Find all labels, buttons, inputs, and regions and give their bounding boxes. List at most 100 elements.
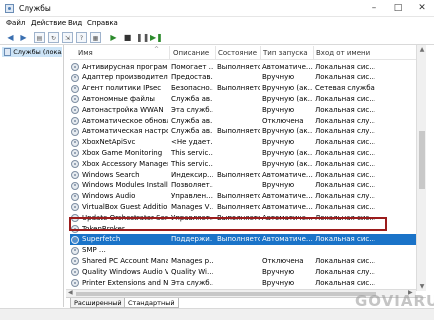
menu-help[interactable]: Справка [87, 19, 118, 27]
service-name: Автоматическое обновле… [82, 116, 168, 125]
gear-icon [71, 181, 79, 190]
forward-arrow-icon[interactable]: ▶ [18, 32, 29, 43]
service-description: Эта служб… [171, 278, 213, 287]
gear-icon [71, 235, 79, 244]
service-name: Адаптер производительн… [82, 73, 168, 82]
table-row[interactable]: Windows Modules Installer Позволяет… Вручн… [70, 180, 422, 191]
table-row[interactable]: VirtualBox Guest Additions …Manages V… Вы… [70, 201, 422, 212]
table-row[interactable]: Антивирусная программа …Помогает … Выполн… [70, 61, 422, 72]
service-name: Xbox Accessory Manageme… [82, 159, 168, 168]
column-divider[interactable] [169, 46, 170, 60]
table-row-selected[interactable]: Superfetch Поддержи… ВыполняетсяАвтоматиче… [70, 233, 422, 245]
service-logon-as: Локальная сис… [315, 202, 375, 211]
column-divider[interactable] [260, 46, 261, 60]
close-icon[interactable]: ✕ [416, 3, 428, 13]
horizontal-scroll-thumb[interactable] [76, 292, 376, 296]
service-logon-as: Локальная сис… [315, 235, 375, 244]
service-description: Поддержи… [171, 235, 213, 244]
properties-icon[interactable]: ▦ [90, 32, 101, 43]
help-icon[interactable]: ? [76, 32, 87, 43]
table-row[interactable]: SMP … [70, 245, 422, 256]
column-divider[interactable] [215, 46, 216, 60]
service-state: Выполняется [217, 84, 260, 93]
service-startup-type: Вручную [262, 105, 295, 114]
back-arrow-icon[interactable]: ◀ [5, 32, 16, 43]
service-name: Superfetch [82, 235, 121, 244]
restart-service-icon[interactable]: ▶❚ [150, 32, 163, 43]
service-name: Автонастройка WWAN [82, 105, 164, 114]
service-state: Выполняется [217, 202, 260, 211]
column-divider[interactable] [313, 46, 314, 60]
service-description: This servic… [171, 148, 213, 157]
scroll-left-icon[interactable]: ◀ [68, 289, 73, 296]
service-name: Агент политики IPsec [82, 84, 162, 93]
service-name: XboxNetApiSvc [82, 138, 136, 147]
service-logon-as: Локальная сис… [315, 94, 375, 103]
menu-file[interactable]: Файл [6, 19, 25, 27]
service-description: Quality Wi… [171, 267, 213, 276]
column-header-name[interactable]: Имя [78, 49, 93, 57]
table-row[interactable]: Quality Windows Audio Vid…Quality Wi… Вру… [70, 266, 422, 277]
scroll-down-icon[interactable]: ▼ [417, 283, 427, 290]
toolbar: ◀ ▶ ▤ ↻ ⇲ ? ▦ ▶ ■ ❚❚ ▶❚ [0, 30, 434, 45]
table-row[interactable]: Автоматическое обновле…Служба ав… Отключе… [70, 115, 422, 126]
tab-extended[interactable]: Расширенный [70, 298, 126, 308]
service-startup-type: Вручную (ак… [262, 127, 313, 136]
service-startup-type: Автоматиче… [262, 170, 313, 179]
title-bar: Службы – □ ✕ [0, 0, 434, 17]
table-row[interactable]: Xbox Accessory Manageme…This servic… Вруч… [70, 158, 422, 169]
table-row[interactable]: Адаптер производительн…Предостав… Вручную… [70, 72, 422, 83]
service-logon-as: Локальная сис… [315, 73, 375, 82]
service-name: Windows Modules Installer [82, 181, 168, 190]
service-logon-as: Локальная сис… [315, 138, 375, 147]
services-app-icon [5, 4, 14, 13]
scroll-up-icon[interactable]: ▲ [417, 46, 427, 53]
column-header-description[interactable]: Описание [173, 49, 209, 57]
table-row[interactable]: Shared PC Account ManagerManages p… Отклю… [70, 255, 422, 266]
tree-node-services-local[interactable]: Службы (локаль [2, 47, 62, 57]
vertical-scroll-thumb[interactable] [419, 131, 425, 189]
minimize-icon[interactable]: – [368, 3, 380, 13]
column-header-state[interactable]: Состояние [218, 49, 257, 57]
service-logon-as: Локальная сис… [315, 105, 375, 114]
window-title: Службы [19, 4, 51, 13]
refresh-icon[interactable]: ↻ [48, 32, 59, 43]
table-row[interactable]: Windows Audio Управлен… ВыполняетсяАвтомат… [70, 191, 422, 202]
sort-indicator-icon: ^ [154, 46, 160, 53]
table-row[interactable]: Агент политики IPsec Безопасно… Выполняетс… [70, 83, 422, 94]
table-row[interactable]: XboxNetApiSvc <Не удает… Вручную Локальная … [70, 137, 422, 148]
table-row[interactable]: Автоматическая настройк…Служба ав… Выполн… [70, 126, 422, 137]
maximize-icon[interactable]: □ [392, 3, 404, 13]
menu-view[interactable]: Вид [68, 19, 82, 27]
tab-standard[interactable]: Стандартный [124, 298, 179, 308]
service-name: Windows Audio [82, 192, 136, 201]
start-service-icon[interactable]: ▶ [108, 32, 119, 43]
service-description: Служба ав… [171, 127, 213, 136]
watermark: GOVIARUM [355, 292, 434, 310]
table-row[interactable]: Автонастройка WWAN Эта служб… Вручную Локал… [70, 104, 422, 115]
gear-icon [71, 257, 79, 266]
table-row[interactable]: Автономные файлы Служба ав… Вручную (ак… Ло… [70, 93, 422, 104]
gear-icon [71, 73, 79, 82]
table-row[interactable]: Printer Extensions and Notifi…Эта служб…… [70, 277, 422, 288]
service-name: SMP … [82, 246, 106, 255]
description-pane-edge [66, 45, 69, 291]
service-startup-type: Автоматиче… [262, 202, 313, 211]
service-state: Выполняется [217, 192, 260, 201]
menu-action[interactable]: Действие [31, 19, 66, 27]
service-description: This servic… [171, 159, 213, 168]
column-header-startup-type[interactable]: Тип запуска [263, 49, 308, 57]
pause-service-icon[interactable]: ❚❚ [136, 32, 149, 43]
column-header-logon-as[interactable]: Вход от имени [316, 49, 370, 57]
table-row[interactable]: Xbox Game Monitoring This servic… Вручную … [70, 147, 422, 158]
gear-icon [71, 171, 79, 179]
vertical-scrollbar[interactable]: ▲ ▼ [416, 45, 426, 291]
service-name: Антивирусная программа … [82, 62, 168, 71]
stop-service-icon[interactable]: ■ [122, 32, 133, 43]
service-description: Позволяет… [171, 181, 213, 190]
console-tree-icon[interactable]: ▤ [34, 32, 45, 43]
service-name: Shared PC Account Manager [82, 256, 168, 265]
service-description: Безопасно… [171, 84, 213, 93]
table-row[interactable]: Windows Search Индексир… ВыполняетсяАвтома… [70, 169, 422, 180]
export-list-icon[interactable]: ⇲ [62, 32, 73, 43]
